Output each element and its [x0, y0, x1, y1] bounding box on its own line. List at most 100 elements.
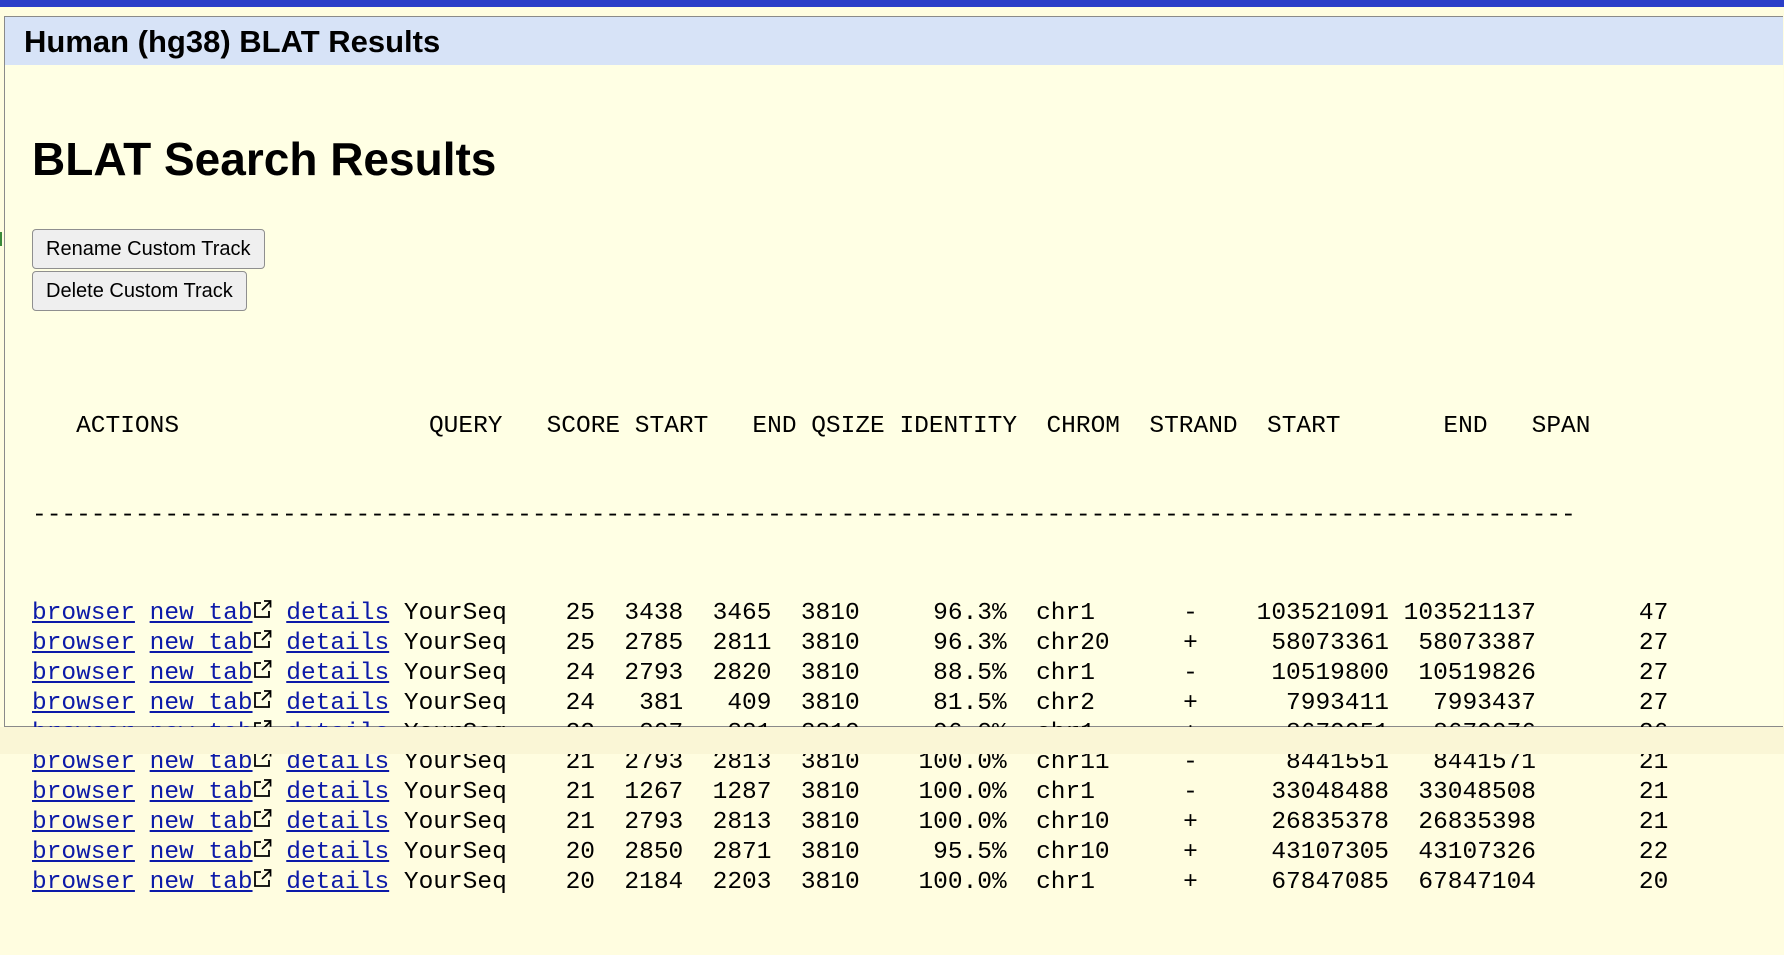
- cell-end: 7993437: [1388, 689, 1537, 717]
- browser-link[interactable]: browser: [32, 660, 135, 687]
- external-link-icon: [252, 866, 272, 890]
- cell-qend: 3465: [683, 600, 772, 628]
- cell-qsize: 3810: [771, 689, 860, 717]
- cell-strand: -: [1109, 659, 1228, 687]
- browser-link[interactable]: browser: [32, 869, 135, 896]
- cell-qsize: 3810: [771, 838, 860, 866]
- new-tab-link[interactable]: new tab: [150, 809, 253, 836]
- cell-qstart: 3438: [595, 600, 684, 628]
- details-link[interactable]: details: [286, 839, 389, 866]
- cell-end: 103521137: [1388, 600, 1537, 628]
- cell-strand: -: [1109, 600, 1228, 628]
- results-frame: Human (hg38) BLAT Results BLAT Search Re…: [4, 16, 1783, 896]
- cell-span: 47: [1536, 600, 1669, 628]
- left-edge-marker: [0, 232, 2, 246]
- cell-start: 103521091: [1227, 600, 1389, 628]
- cell-score: 20: [565, 838, 596, 866]
- cell-start: 67847085: [1227, 868, 1389, 896]
- new-tab-link[interactable]: new tab: [150, 600, 253, 627]
- new-tab-link[interactable]: new tab: [150, 690, 253, 717]
- browser-link[interactable]: browser: [32, 600, 135, 627]
- table-row: browser new tab details YourSeq 24 381 4…: [32, 687, 1668, 717]
- cell-start: 33048488: [1227, 779, 1389, 807]
- cell-span: 21: [1536, 808, 1669, 836]
- cell-score: 21: [565, 808, 596, 836]
- external-link-icon: [252, 627, 272, 651]
- external-link-icon: [252, 776, 272, 800]
- cell-query: YourSeq: [403, 659, 566, 687]
- results-table: ACTIONS QUERY SCORE START END QSIZE IDEN…: [32, 352, 1668, 955]
- rename-custom-track-button[interactable]: Rename Custom Track: [32, 229, 265, 269]
- cell-qsize: 3810: [771, 868, 860, 896]
- cell-chrom: chr10: [1006, 808, 1110, 836]
- cell-qsize: 3810: [771, 659, 860, 687]
- cell-qend: 2820: [683, 659, 772, 687]
- details-link[interactable]: details: [286, 660, 389, 687]
- table-row: browser new tab details YourSeq 24 2793 …: [32, 657, 1668, 687]
- cell-score: 21: [565, 779, 596, 807]
- browser-link[interactable]: browser: [32, 779, 135, 806]
- cell-score: 25: [565, 630, 596, 658]
- cell-identity: 100.0%: [859, 779, 1007, 807]
- table-row: browser new tab details YourSeq 25 2785 …: [32, 627, 1668, 657]
- cell-qstart: 2184: [595, 868, 684, 896]
- delete-custom-track-button[interactable]: Delete Custom Track: [32, 271, 247, 311]
- cell-score: 24: [565, 659, 596, 687]
- new-tab-link[interactable]: new tab: [150, 630, 253, 657]
- new-tab-link[interactable]: new tab: [150, 839, 253, 866]
- cell-chrom: chr1: [1006, 868, 1110, 896]
- cell-span: 21: [1536, 779, 1669, 807]
- cell-end: 26835398: [1388, 808, 1537, 836]
- cell-qend: 2203: [683, 868, 772, 896]
- cell-chrom: chr1: [1006, 779, 1110, 807]
- cell-chrom: chr1: [1006, 659, 1110, 687]
- bottom-strip: [0, 727, 1784, 754]
- details-link[interactable]: details: [286, 690, 389, 717]
- details-link[interactable]: details: [286, 809, 389, 836]
- cell-identity: 96.3%: [859, 600, 1007, 628]
- cell-end: 33048508: [1388, 779, 1537, 807]
- cell-span: 27: [1536, 630, 1669, 658]
- cell-identity: 100.0%: [859, 808, 1007, 836]
- browser-link[interactable]: browser: [32, 809, 135, 836]
- cell-query: YourSeq: [403, 779, 566, 807]
- cell-start: 7993411: [1227, 689, 1389, 717]
- cell-strand: +: [1109, 838, 1228, 866]
- details-link[interactable]: details: [286, 869, 389, 896]
- cell-span: 20: [1536, 868, 1669, 896]
- external-link-icon: [252, 687, 272, 711]
- cell-identity: 95.5%: [859, 838, 1007, 866]
- page-title: Human (hg38) BLAT Results: [24, 24, 441, 59]
- cell-chrom: chr20: [1006, 630, 1110, 658]
- browser-link[interactable]: browser: [32, 839, 135, 866]
- details-link[interactable]: details: [286, 630, 389, 657]
- cell-qsize: 3810: [771, 808, 860, 836]
- cell-identity: 100.0%: [859, 868, 1007, 896]
- cell-strand: +: [1109, 868, 1228, 896]
- new-tab-link[interactable]: new tab: [150, 779, 253, 806]
- cell-score: 20: [565, 868, 596, 896]
- cell-query: YourSeq: [403, 630, 566, 658]
- table-row: browser new tab details YourSeq 21 2793 …: [32, 806, 1668, 836]
- external-link-icon: [252, 836, 272, 860]
- cell-query: YourSeq: [403, 600, 566, 628]
- external-link-icon: [252, 657, 272, 681]
- cell-chrom: chr2: [1006, 689, 1110, 717]
- new-tab-link[interactable]: new tab: [150, 869, 253, 896]
- browser-link[interactable]: browser: [32, 690, 135, 717]
- cell-identity: 81.5%: [859, 689, 1007, 717]
- new-tab-link[interactable]: new tab: [150, 660, 253, 687]
- cell-qsize: 3810: [771, 779, 860, 807]
- cell-end: 58073387: [1388, 630, 1537, 658]
- details-link[interactable]: details: [286, 779, 389, 806]
- cell-qend: 409: [683, 689, 772, 717]
- cell-qstart: 2793: [595, 659, 684, 687]
- details-link[interactable]: details: [286, 600, 389, 627]
- cell-query: YourSeq: [403, 838, 566, 866]
- cell-qsize: 3810: [771, 600, 860, 628]
- table-row: browser new tab details YourSeq 21 1267 …: [32, 776, 1668, 806]
- browser-link[interactable]: browser: [32, 630, 135, 657]
- cell-qstart: 381: [595, 689, 684, 717]
- cell-start: 10519800: [1227, 659, 1389, 687]
- cell-qstart: 2793: [595, 808, 684, 836]
